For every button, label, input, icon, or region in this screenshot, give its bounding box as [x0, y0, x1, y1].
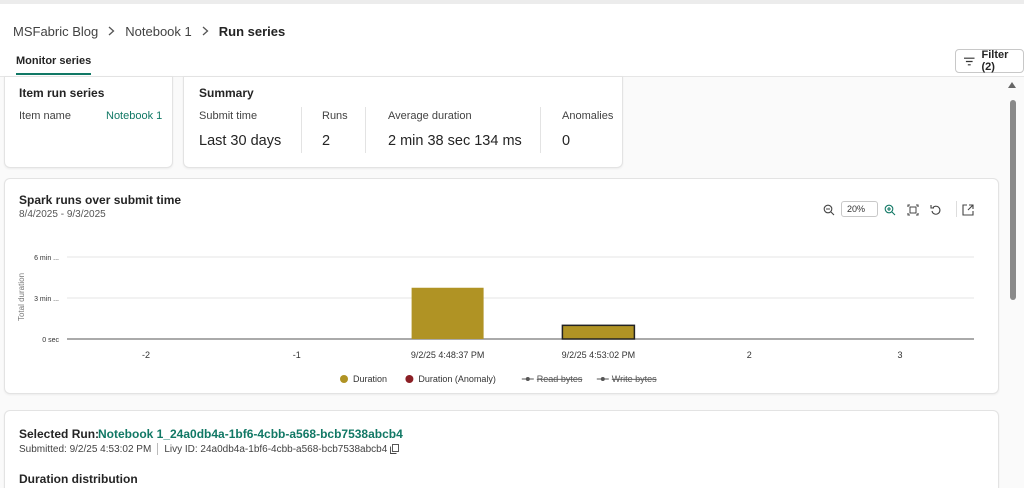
- chevron-right-icon: [202, 24, 209, 39]
- selected-run-card: Selected Run: Notebook 1_24a0db4a-1bf6-4…: [4, 410, 999, 488]
- divider: [301, 107, 302, 153]
- item-name-link[interactable]: Notebook 1: [106, 110, 162, 122]
- item-name-label: Item name: [19, 110, 71, 122]
- legend-marker-icon: [340, 375, 348, 383]
- spark-runs-chart-card: Spark runs over submit time 8/4/2025 - 9…: [4, 178, 999, 394]
- legend-label: Duration (Anomaly): [418, 374, 496, 384]
- duration-bar-chart: 0 sec 3 min ... 6 min ... Total duration -2 -…: [17, 255, 974, 384]
- filter-button-label: Filter (2): [981, 49, 1009, 73]
- copy-icon[interactable]: [390, 444, 400, 454]
- summary-card: Summary Submit time Last 30 days Runs 2 …: [183, 76, 623, 168]
- duration-bar: [561, 324, 636, 340]
- item-run-series-title: Item run series: [19, 86, 105, 100]
- submit-time-label: Submit time: [199, 110, 258, 122]
- divider: [365, 107, 366, 153]
- legend-label: Write bytes: [612, 374, 657, 384]
- breadcrumb-current: Run series: [218, 24, 286, 39]
- filter-icon: [964, 57, 975, 65]
- y-tick-label: 3 min ...: [34, 296, 59, 303]
- chevron-right-icon: [108, 24, 115, 39]
- x-tick-label: 9/2/25 4:48:37 PM: [411, 350, 485, 360]
- y-axis-label: Total duration: [17, 273, 26, 321]
- breadcrumb-workspace[interactable]: MSFabric Blog: [13, 24, 98, 39]
- scrollbar-thumb[interactable]: [1010, 100, 1016, 300]
- livy-id-text: Livy ID: 24a0db4a-1bf6-4cbb-a568-bcb7538…: [164, 443, 388, 455]
- anomalies-label: Anomalies: [562, 110, 614, 122]
- duration-bar: [411, 287, 484, 339]
- submitted-text: Submitted: 9/2/25 4:53:02 PM: [19, 443, 152, 455]
- selected-run-meta: Submitted: 9/2/25 4:53:02 PM Livy ID: 24…: [19, 443, 400, 455]
- x-tick-label: 9/2/25 4:53:02 PM: [562, 350, 636, 360]
- average-duration-label: Average duration: [388, 110, 472, 122]
- legend-marker-icon: [525, 377, 530, 381]
- divider: [540, 107, 541, 153]
- legend-label: Duration: [353, 374, 387, 384]
- runs-value: 2: [322, 133, 331, 149]
- summary-title: Summary: [199, 86, 254, 100]
- scroll-up-arrow-icon[interactable]: [1008, 82, 1016, 88]
- filter-button[interactable]: Filter (2): [955, 49, 1024, 73]
- selected-run-label: Selected Run:: [19, 427, 100, 441]
- y-tick-label: 6 min ...: [34, 255, 59, 262]
- x-tick-label: 3: [897, 350, 902, 360]
- anomalies-value: 0: [562, 133, 571, 149]
- x-tick-label: -1: [293, 350, 301, 360]
- legend-label: Read bytes: [537, 374, 583, 384]
- page-header: MSFabric Blog Notebook 1 Run series Moni…: [0, 4, 1024, 77]
- item-run-series-card: Item run series Item name Notebook 1: [4, 76, 173, 168]
- runs-label: Runs: [322, 110, 348, 122]
- submit-time-value: Last 30 days: [199, 133, 282, 149]
- y-tick-label: 0 sec: [42, 337, 59, 344]
- legend-marker-icon: [405, 375, 414, 383]
- legend-marker-icon: [600, 377, 605, 381]
- breadcrumb: MSFabric Blog Notebook 1 Run series: [13, 24, 285, 39]
- x-tick-label: -2: [142, 350, 150, 360]
- meta-divider: [157, 443, 159, 455]
- average-duration-value: 2 min 38 sec 134 ms: [388, 133, 522, 149]
- breadcrumb-notebook[interactable]: Notebook 1: [125, 24, 192, 39]
- x-tick-label: 2: [747, 350, 752, 360]
- duration-distribution-title: Duration distribution: [19, 472, 138, 486]
- selected-run-link[interactable]: Notebook 1_24a0db4a-1bf6-4cbb-a568-bcb75…: [98, 427, 403, 441]
- tab-monitor-series[interactable]: Monitor series: [16, 55, 92, 75]
